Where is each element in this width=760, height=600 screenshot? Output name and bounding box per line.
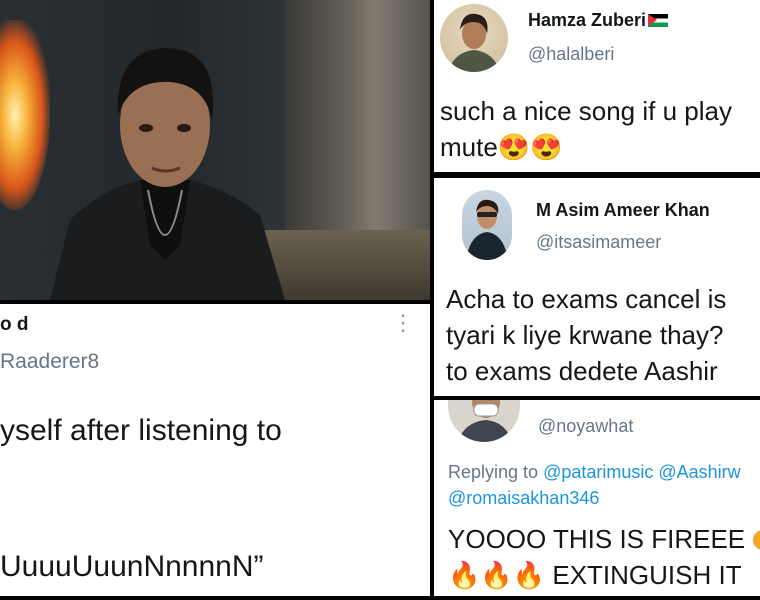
tweet-card-raaderer: o d ⋮ Raaderer8 yself after listening to…: [0, 304, 430, 596]
tweet-text: EXTINGUISH IT: [545, 560, 742, 590]
heart-eyes-emoji-icon: 😍😍: [497, 132, 563, 162]
tweet-text-line-2: mute😍😍: [440, 132, 563, 163]
tweet-text-line-3: UuuuUuunNnnnnN”: [0, 550, 264, 583]
avatar-person-icon: [448, 13, 500, 72]
author-name[interactable]: Hamza Zuberi: [528, 10, 669, 31]
replying-to-line: Replying to @patarimusic @Aashirw: [448, 462, 741, 483]
fire-emoji-icon: [753, 530, 760, 550]
author-handle[interactable]: @halalberi: [528, 44, 614, 65]
tweet-text-line-2: 🔥🔥🔥 EXTINGUISH IT: [448, 560, 742, 591]
curtain: [285, 0, 430, 230]
author-name[interactable]: o d: [0, 314, 29, 336]
tweet-text-line-1: such a nice song if u play: [440, 96, 732, 126]
tweet-text: mute: [440, 132, 498, 162]
author-name[interactable]: M Asim Ameer Khan: [536, 200, 710, 221]
tweet-text-line-1: YOOOO THIS IS FIREEE: [448, 524, 760, 555]
music-video-still: [0, 0, 430, 300]
avatar[interactable]: [440, 4, 508, 72]
avatar-person-icon: [466, 199, 508, 260]
avatar-person-icon: [458, 400, 512, 442]
avatar[interactable]: [448, 400, 520, 442]
author-handle[interactable]: @noyawhat: [538, 416, 633, 437]
tweet-text-line-1: yself after listening to: [0, 414, 282, 447]
author-handle[interactable]: Raaderer8: [0, 350, 99, 374]
avatar[interactable]: [462, 190, 512, 260]
more-options-icon[interactable]: ⋮: [392, 310, 414, 336]
tweet-text-line-2: tyari k liye krwane thay?: [446, 320, 724, 350]
fire-emoji-icon: 🔥🔥🔥: [448, 560, 546, 590]
reply-mention-link[interactable]: @romaisakhan346: [448, 488, 599, 509]
replying-to-label: Replying to: [448, 462, 544, 482]
tweet-text-line-1: Acha to exams cancel is: [446, 284, 727, 314]
tweet-card-noya: @noyawhat Replying to @patarimusic @Aash…: [434, 400, 760, 596]
tweet-card-asim: M Asim Ameer Khan @itsasimameer Acha to …: [434, 178, 760, 396]
tweet-card-hamza: Hamza Zuberi @halalberi such a nice song…: [434, 0, 760, 172]
tweet-text: YOOOO THIS IS FIREEE: [448, 524, 746, 554]
tweet-text-line-3: to exams dedete Aashir: [446, 356, 718, 386]
author-handle[interactable]: @itsasimameer: [536, 232, 661, 253]
singer-figure: [50, 48, 285, 300]
reply-mentions-link[interactable]: @patarimusic @Aashirw: [543, 462, 741, 482]
palestine-flag-icon: [648, 14, 669, 27]
